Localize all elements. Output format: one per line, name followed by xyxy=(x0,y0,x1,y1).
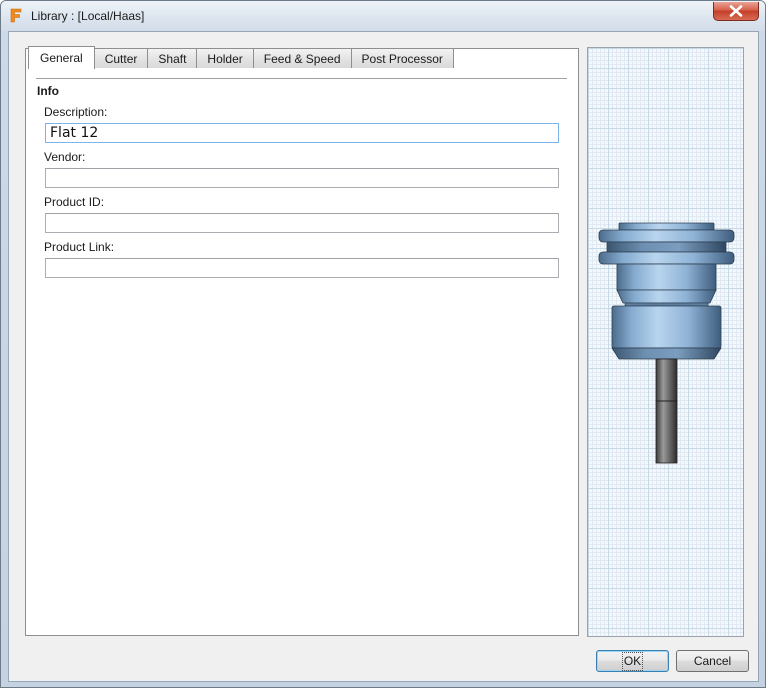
tab-holder[interactable]: Holder xyxy=(196,48,254,68)
close-x-icon xyxy=(729,5,743,17)
tab-strip: General Cutter Shaft Holder Feed & Speed… xyxy=(28,46,454,69)
tab-post-processor[interactable]: Post Processor xyxy=(350,48,454,68)
cancel-button-label: Cancel xyxy=(693,653,732,668)
description-label: Description: xyxy=(44,105,108,119)
product-id-input[interactable] xyxy=(45,213,559,233)
fusion-f-icon xyxy=(10,8,22,23)
vendor-input[interactable] xyxy=(45,168,559,188)
title-bar[interactable]: Library : [Local/Haas] xyxy=(1,1,765,31)
tool-holder-3d-icon xyxy=(598,222,735,464)
ok-button-label: OK xyxy=(621,651,644,671)
window-title: Library : [Local/Haas] xyxy=(31,9,145,23)
description-input[interactable] xyxy=(45,123,559,143)
vendor-label: Vendor: xyxy=(44,150,86,164)
dialog-client-area: General Cutter Shaft Holder Feed & Speed… xyxy=(8,31,759,682)
product-link-label: Product Link: xyxy=(44,240,115,254)
tab-cutter[interactable]: Cutter xyxy=(93,48,149,68)
tab-feed-speed[interactable]: Feed & Speed xyxy=(252,48,352,68)
cancel-button[interactable]: Cancel xyxy=(676,650,749,672)
section-divider xyxy=(36,78,567,79)
ok-button[interactable]: OK xyxy=(596,650,669,672)
product-link-input[interactable] xyxy=(45,258,559,278)
tool-preview-viewport[interactable] xyxy=(587,47,744,637)
library-dialog-window: Library : [Local/Haas] General Cutter Sh… xyxy=(0,0,766,688)
product-id-label: Product ID: xyxy=(44,195,105,209)
tab-general[interactable]: General xyxy=(28,46,95,69)
close-button[interactable] xyxy=(713,2,759,21)
tab-shaft[interactable]: Shaft xyxy=(147,48,198,68)
info-section-title: Info xyxy=(37,84,59,98)
